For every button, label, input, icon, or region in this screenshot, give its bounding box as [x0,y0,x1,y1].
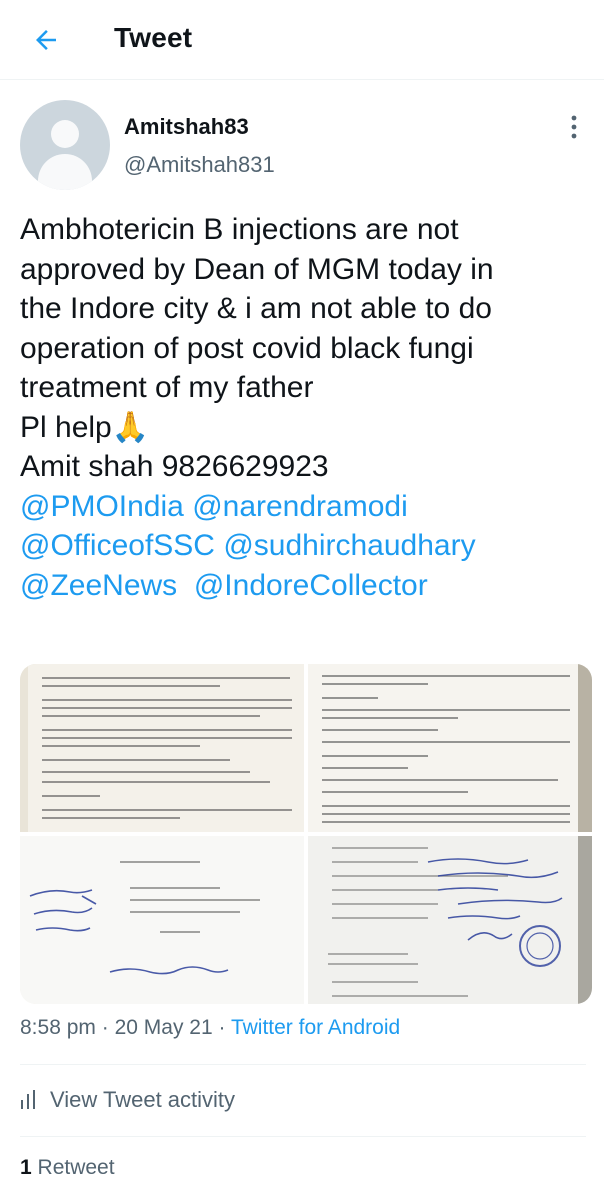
retweets-label: Retweet [37,1156,115,1179]
meta-separator: · [101,1016,109,1039]
tweet-line: Amit shah 9826629923 [20,450,329,483]
author-handle[interactable]: @Amitshah831 [124,152,275,178]
photo-icon [308,664,592,832]
header-divider [0,79,604,80]
bar-chart-icon [21,1090,35,1109]
tweet-line: approved by Dean of MGM today in [20,252,494,286]
mention-link[interactable]: @ZeeNews [20,569,177,602]
photo-icon [20,664,304,832]
page-title: Tweet [114,22,193,53]
tweet-line: the Indore city & i am not able to do [20,292,492,325]
mention-link[interactable]: @IndoreCollector [194,569,428,602]
media-photo-3[interactable] [20,836,304,1004]
mention-line: @OfficeofSSC @sudhirchaudhary [20,526,590,566]
tweet-text: Ambhotericin B injections are not approv… [20,210,590,605]
back-button[interactable] [26,22,66,58]
media-photo-2[interactable] [308,664,592,832]
meta-separator: · [218,1016,226,1039]
mention-link[interactable]: @sudhirchaudhary [223,529,475,562]
divider [20,1136,586,1137]
avatar[interactable] [20,100,110,190]
arrow-left-icon [36,30,56,50]
retweets-stat[interactable]: 1 Retweet [20,1156,115,1180]
view-tweet-activity-label: View Tweet activity [50,1087,236,1112]
media-photo-1[interactable] [20,664,304,832]
tweet-line: operation of post covid black fungi [20,331,474,365]
photo-icon [20,836,304,1004]
author-display-name[interactable]: Amitshah83 [124,114,249,140]
tweet-meta: 8:58 pm · 20 May 21 · Twitter for Androi… [20,1016,400,1040]
tweet-time: 8:58 pm [20,1016,96,1039]
retweets-count: 1 [20,1156,32,1179]
media-grid [20,664,592,1004]
top-bar: Tweet [0,0,604,80]
media-photo-4[interactable] [308,836,592,1004]
mention-line: @PMOIndia @narendramodi [20,487,590,527]
view-tweet-activity-button[interactable]: View Tweet activity [20,1082,235,1118]
tweet-line: Pl help🙏 [20,410,150,444]
photo-icon [308,836,592,1004]
tweet-source-link[interactable]: Twitter for Android [231,1016,400,1039]
divider [20,1064,586,1065]
tweet-line: treatment of my father [20,371,314,404]
mention-link[interactable]: @narendramodi [192,490,408,523]
avatar-placeholder-body [38,154,92,190]
mention-link[interactable]: @PMOIndia [20,490,184,523]
tweet-date: 20 May 21 [114,1016,213,1039]
mention-line: @ZeeNews @IndoreCollector [20,566,590,606]
mention-link[interactable]: @OfficeofSSC [20,529,215,562]
more-vertical-icon [571,115,577,139]
tweet-line: Ambhotericin B injections are not [20,213,459,246]
more-options-button[interactable] [562,112,586,148]
avatar-placeholder-head [51,120,79,148]
